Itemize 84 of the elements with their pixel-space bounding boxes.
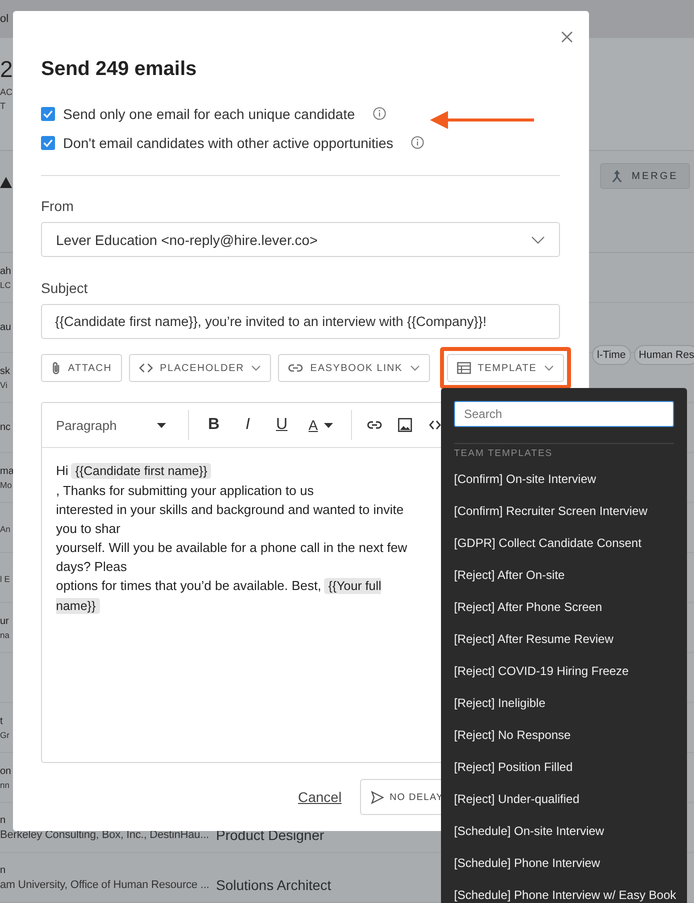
- job-title: Solutions Architect: [216, 876, 332, 892]
- template-item[interactable]: [Reject] After On-site: [454, 559, 674, 591]
- caret-icon: [156, 422, 166, 428]
- body-text: options for times that you’d be available. Best,: [56, 577, 322, 595]
- cancel-link[interactable]: Cancel: [298, 789, 342, 805]
- candidate-name: ah: [0, 266, 12, 276]
- paper-plane-icon: [370, 790, 384, 804]
- candidate-name: n: [0, 814, 6, 826]
- template-item[interactable]: [Reject] Ineligible: [454, 687, 674, 719]
- sender-select[interactable]: Lever Education <no-reply@hire.lever.co>: [41, 222, 560, 257]
- paperclip-icon: [51, 361, 61, 375]
- merge-button[interactable]: MERGE: [600, 163, 690, 189]
- close-icon: [561, 31, 573, 43]
- candidate-name: t: [0, 716, 3, 726]
- paragraph-select[interactable]: Paragraph: [56, 418, 166, 432]
- tag: Human Res: [634, 345, 694, 365]
- image-icon: [398, 418, 412, 432]
- info-icon: [372, 107, 386, 120]
- candidate-detail: An: [0, 524, 10, 534]
- checkbox[interactable]: [41, 106, 55, 120]
- text-color-button[interactable]: A: [298, 410, 343, 440]
- candidate-detail: Vi: [0, 380, 8, 390]
- header-label: AC: [0, 87, 13, 97]
- placeholder-button[interactable]: PLACEHOLDER: [128, 354, 272, 382]
- candidate-detail: na: [0, 630, 10, 640]
- template-item[interactable]: [Reject] Under-qualified: [454, 783, 674, 815]
- field-label: From: [41, 198, 75, 214]
- link-button[interactable]: EASYBOOK LINK: [278, 354, 430, 382]
- template-item[interactable]: [GDPR] Collect Candidate Consent: [454, 527, 674, 559]
- checkbox[interactable]: [41, 136, 55, 150]
- template-button[interactable]: TEMPLATE: [446, 354, 564, 382]
- candidate-detail: nn: [0, 780, 10, 790]
- candidate-detail: Mo: [0, 480, 12, 490]
- link-icon: [367, 420, 382, 430]
- warning-icon: [0, 177, 12, 188]
- candidate-detail: LC: [0, 280, 11, 290]
- option-label: Send only one email for each unique candidate: [63, 106, 355, 122]
- search-field[interactable]: Search: [454, 401, 674, 427]
- dialog-title: Send 249 emails: [41, 58, 198, 81]
- template-item[interactable]: [Reject] COVID-19 Hiring Freeze: [454, 655, 674, 687]
- template-item[interactable]: [Reject] No Response: [454, 719, 674, 751]
- template-item[interactable]: [Confirm] Recruiter Screen Interview: [454, 495, 674, 527]
- template-item[interactable]: [Schedule] On-site Interview: [454, 815, 674, 847]
- underline-button[interactable]: U: [264, 410, 299, 440]
- body-text: Hi: [56, 462, 68, 480]
- candidate-name: ur: [0, 616, 9, 626]
- italic-button[interactable]: I: [230, 410, 265, 440]
- candidate-name: ma: [0, 466, 14, 476]
- candidate-name: n: [0, 864, 6, 876]
- merge-icon: [612, 170, 622, 182]
- chevron-icon: [531, 236, 545, 244]
- link-icon: [288, 363, 304, 373]
- page-title: ol: [0, 13, 9, 25]
- candidate-name: on: [0, 766, 12, 776]
- info-icon: [411, 136, 424, 149]
- close-button[interactable]: [559, 29, 575, 45]
- candidate-detail: l E: [0, 574, 10, 584]
- template-item[interactable]: [Reject] After Phone Screen: [454, 591, 674, 623]
- template-item[interactable]: [Schedule] Phone Interview: [454, 847, 674, 879]
- template-item[interactable]: [Reject] After Resume Review: [454, 623, 674, 655]
- candidate-name: nc: [0, 422, 11, 433]
- field-label: Subject: [41, 280, 89, 296]
- section-header: TEAM TEMPLATES: [454, 443, 674, 460]
- candidate-detail: Gr: [0, 730, 10, 740]
- code-icon: [138, 363, 153, 373]
- job-title: Product Designer: [216, 826, 324, 842]
- candidate-detail: am University, Office of Human Resource ...: [0, 878, 210, 890]
- template-item[interactable]: [Confirm] On-site Interview: [454, 463, 674, 495]
- attach-button[interactable]: ATTACH: [41, 354, 122, 382]
- template-item[interactable]: [Reject] Position Filled: [454, 751, 674, 783]
- header-label: T: [0, 101, 6, 111]
- bold-button[interactable]: B: [196, 410, 231, 440]
- subject-field[interactable]: {{Candidate first name}}, you’re invited to an interview with {{Company}}!: [41, 304, 560, 339]
- template-item[interactable]: [Schedule] Phone Interview w/ Easy Book: [454, 879, 674, 903]
- candidate-name: sk: [0, 366, 10, 376]
- caret-icon: [324, 422, 333, 428]
- body-text: , Thanks for submitting your application to us: [56, 482, 314, 500]
- candidate-detail: Berkeley Consulting, Box, Inc., DestinHau...: [0, 828, 209, 840]
- header-count: 2: [0, 56, 13, 83]
- placeholder-chip: {{Candidate first name}}: [71, 463, 212, 479]
- tag: l-Time: [592, 345, 631, 365]
- option-label: Don't email candidates with other active opportunities: [63, 134, 394, 150]
- table-icon: [456, 362, 471, 374]
- candidate-name: au: [0, 322, 12, 333]
